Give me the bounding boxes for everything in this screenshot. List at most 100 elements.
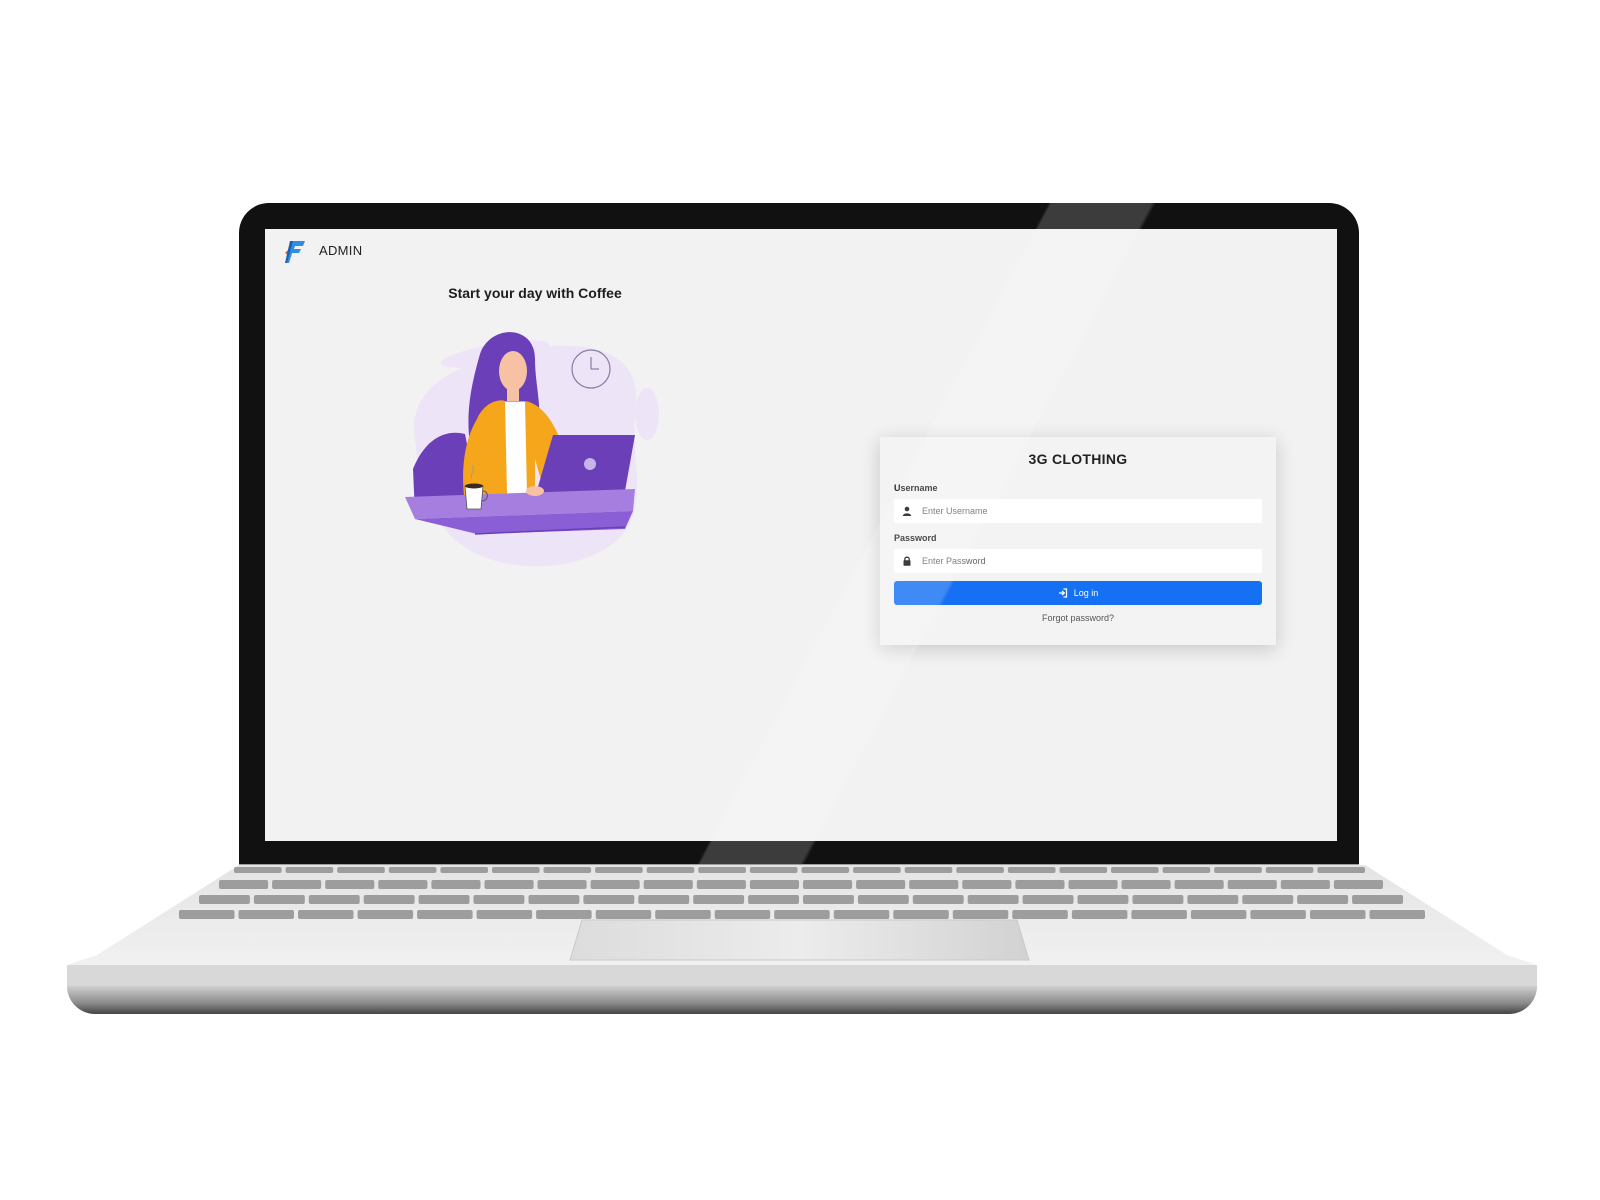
keyboard-key	[1077, 895, 1129, 904]
laptop-lid: ADMIN Start your day with Coffee 3G CLOT…	[239, 203, 1359, 865]
keyboard-key	[655, 910, 711, 919]
keyboard-key	[238, 910, 294, 919]
login-card: 3G CLOTHING Username Password	[880, 437, 1276, 645]
username-input[interactable]	[920, 500, 1252, 522]
keyboard-key	[595, 910, 652, 919]
keyboard-key	[285, 867, 334, 873]
keyboard-key	[1174, 880, 1224, 889]
password-input[interactable]	[920, 550, 1252, 572]
keyboard-key	[1317, 867, 1365, 873]
coffee-illustration	[405, 332, 659, 567]
keyboard-key	[431, 880, 481, 889]
keyboard-key	[1333, 880, 1383, 889]
keyboard-key	[748, 895, 799, 904]
keyboard-key	[1022, 895, 1074, 904]
keyboard-key	[857, 895, 909, 904]
keyboard-key	[749, 867, 798, 873]
keyboard-key	[378, 880, 428, 889]
keyboard-key	[298, 910, 354, 919]
keyboard-key	[1015, 880, 1065, 889]
keyboard-key	[643, 880, 693, 889]
keyboard-key	[956, 867, 1004, 873]
keyboard-key	[1007, 867, 1056, 873]
keyboard-key	[476, 910, 533, 919]
keyboard-key	[1369, 910, 1425, 919]
keyboard-key	[418, 895, 470, 904]
keyboard-key	[714, 910, 771, 919]
keyboard-key	[1280, 880, 1330, 889]
keyboard-key	[749, 880, 799, 889]
brand[interactable]: ADMIN	[279, 235, 362, 265]
keyboard-key	[1214, 867, 1262, 873]
keyboard-key	[1071, 910, 1128, 919]
login-button-label: Log in	[1073, 588, 1099, 598]
keyboard-key	[357, 910, 414, 919]
keyboard-key	[774, 910, 830, 919]
keyboard-key	[698, 867, 746, 873]
keyboard-key	[595, 867, 643, 873]
keyboard-key	[1131, 910, 1187, 919]
laptop-keyboard-base	[67, 865, 1537, 990]
keyboard-key	[893, 910, 949, 919]
brand-label: ADMIN	[319, 242, 363, 258]
hero-title: Start your day with Coffee	[448, 285, 622, 301]
keyboard-key	[1187, 895, 1239, 904]
keyboard-key	[1121, 880, 1171, 889]
keyboard-key	[967, 895, 1019, 904]
keyboard-key	[1265, 867, 1314, 873]
keyboard-key	[1162, 867, 1211, 873]
keyboard-key	[853, 867, 901, 873]
keyboard-key	[1012, 910, 1068, 919]
keyboard-key	[179, 910, 235, 919]
keyboard-key	[904, 867, 953, 873]
keyboard-key	[909, 880, 959, 889]
username-label: Username	[894, 483, 938, 493]
keyboard-key	[528, 895, 580, 904]
password-field	[894, 549, 1262, 573]
keyboard-key	[417, 910, 473, 919]
keyboard-key	[272, 880, 322, 889]
keyboard-key	[492, 867, 540, 873]
forgot-password-link[interactable]: Forgot password?	[880, 613, 1276, 623]
sign-in-icon	[1058, 588, 1067, 598]
keyboard-key	[646, 867, 695, 873]
login-button[interactable]: Log in	[894, 581, 1262, 605]
keyboard-key	[1190, 910, 1247, 919]
keyboard-key	[363, 895, 415, 904]
keyboard-key	[1132, 895, 1184, 904]
keyboard-key	[199, 895, 250, 904]
lock-icon	[894, 549, 920, 573]
keyboard-key	[1068, 880, 1118, 889]
laptop-base-edge	[67, 986, 1537, 1014]
keyboard-key	[1111, 867, 1159, 873]
keyboard-key	[1227, 880, 1277, 889]
keyboard-key	[308, 895, 360, 904]
keyboard-key	[1250, 910, 1306, 919]
keyboard-key	[1310, 910, 1366, 919]
keyboard-key	[473, 895, 525, 904]
keyboard-key	[638, 895, 690, 904]
login-title: 3G CLOTHING	[1028, 451, 1128, 467]
keyboard-key	[537, 880, 587, 889]
keyboard-key	[833, 910, 890, 919]
keyboard-key	[536, 910, 592, 919]
keyboard-key	[696, 880, 746, 889]
keyboard-key	[543, 867, 592, 873]
keyboard-key	[1352, 895, 1403, 904]
keyboard-key	[801, 867, 850, 873]
username-field	[894, 499, 1262, 523]
keyboard-key	[234, 867, 282, 873]
keyboard-key	[952, 910, 1009, 919]
keyboard-key	[856, 880, 906, 889]
keyboard-key	[693, 895, 745, 904]
keyboard-key	[590, 880, 640, 889]
keyboard-key	[219, 880, 269, 889]
keyboard-key	[253, 895, 305, 904]
keyboard-key	[1059, 867, 1108, 873]
keyboard-key	[440, 867, 488, 873]
password-label: Password	[894, 533, 937, 543]
keyboard-key	[337, 867, 385, 873]
brand-logo-icon	[285, 241, 305, 263]
user-icon	[894, 499, 920, 523]
app-screen: ADMIN Start your day with Coffee 3G CLOT…	[265, 229, 1337, 841]
